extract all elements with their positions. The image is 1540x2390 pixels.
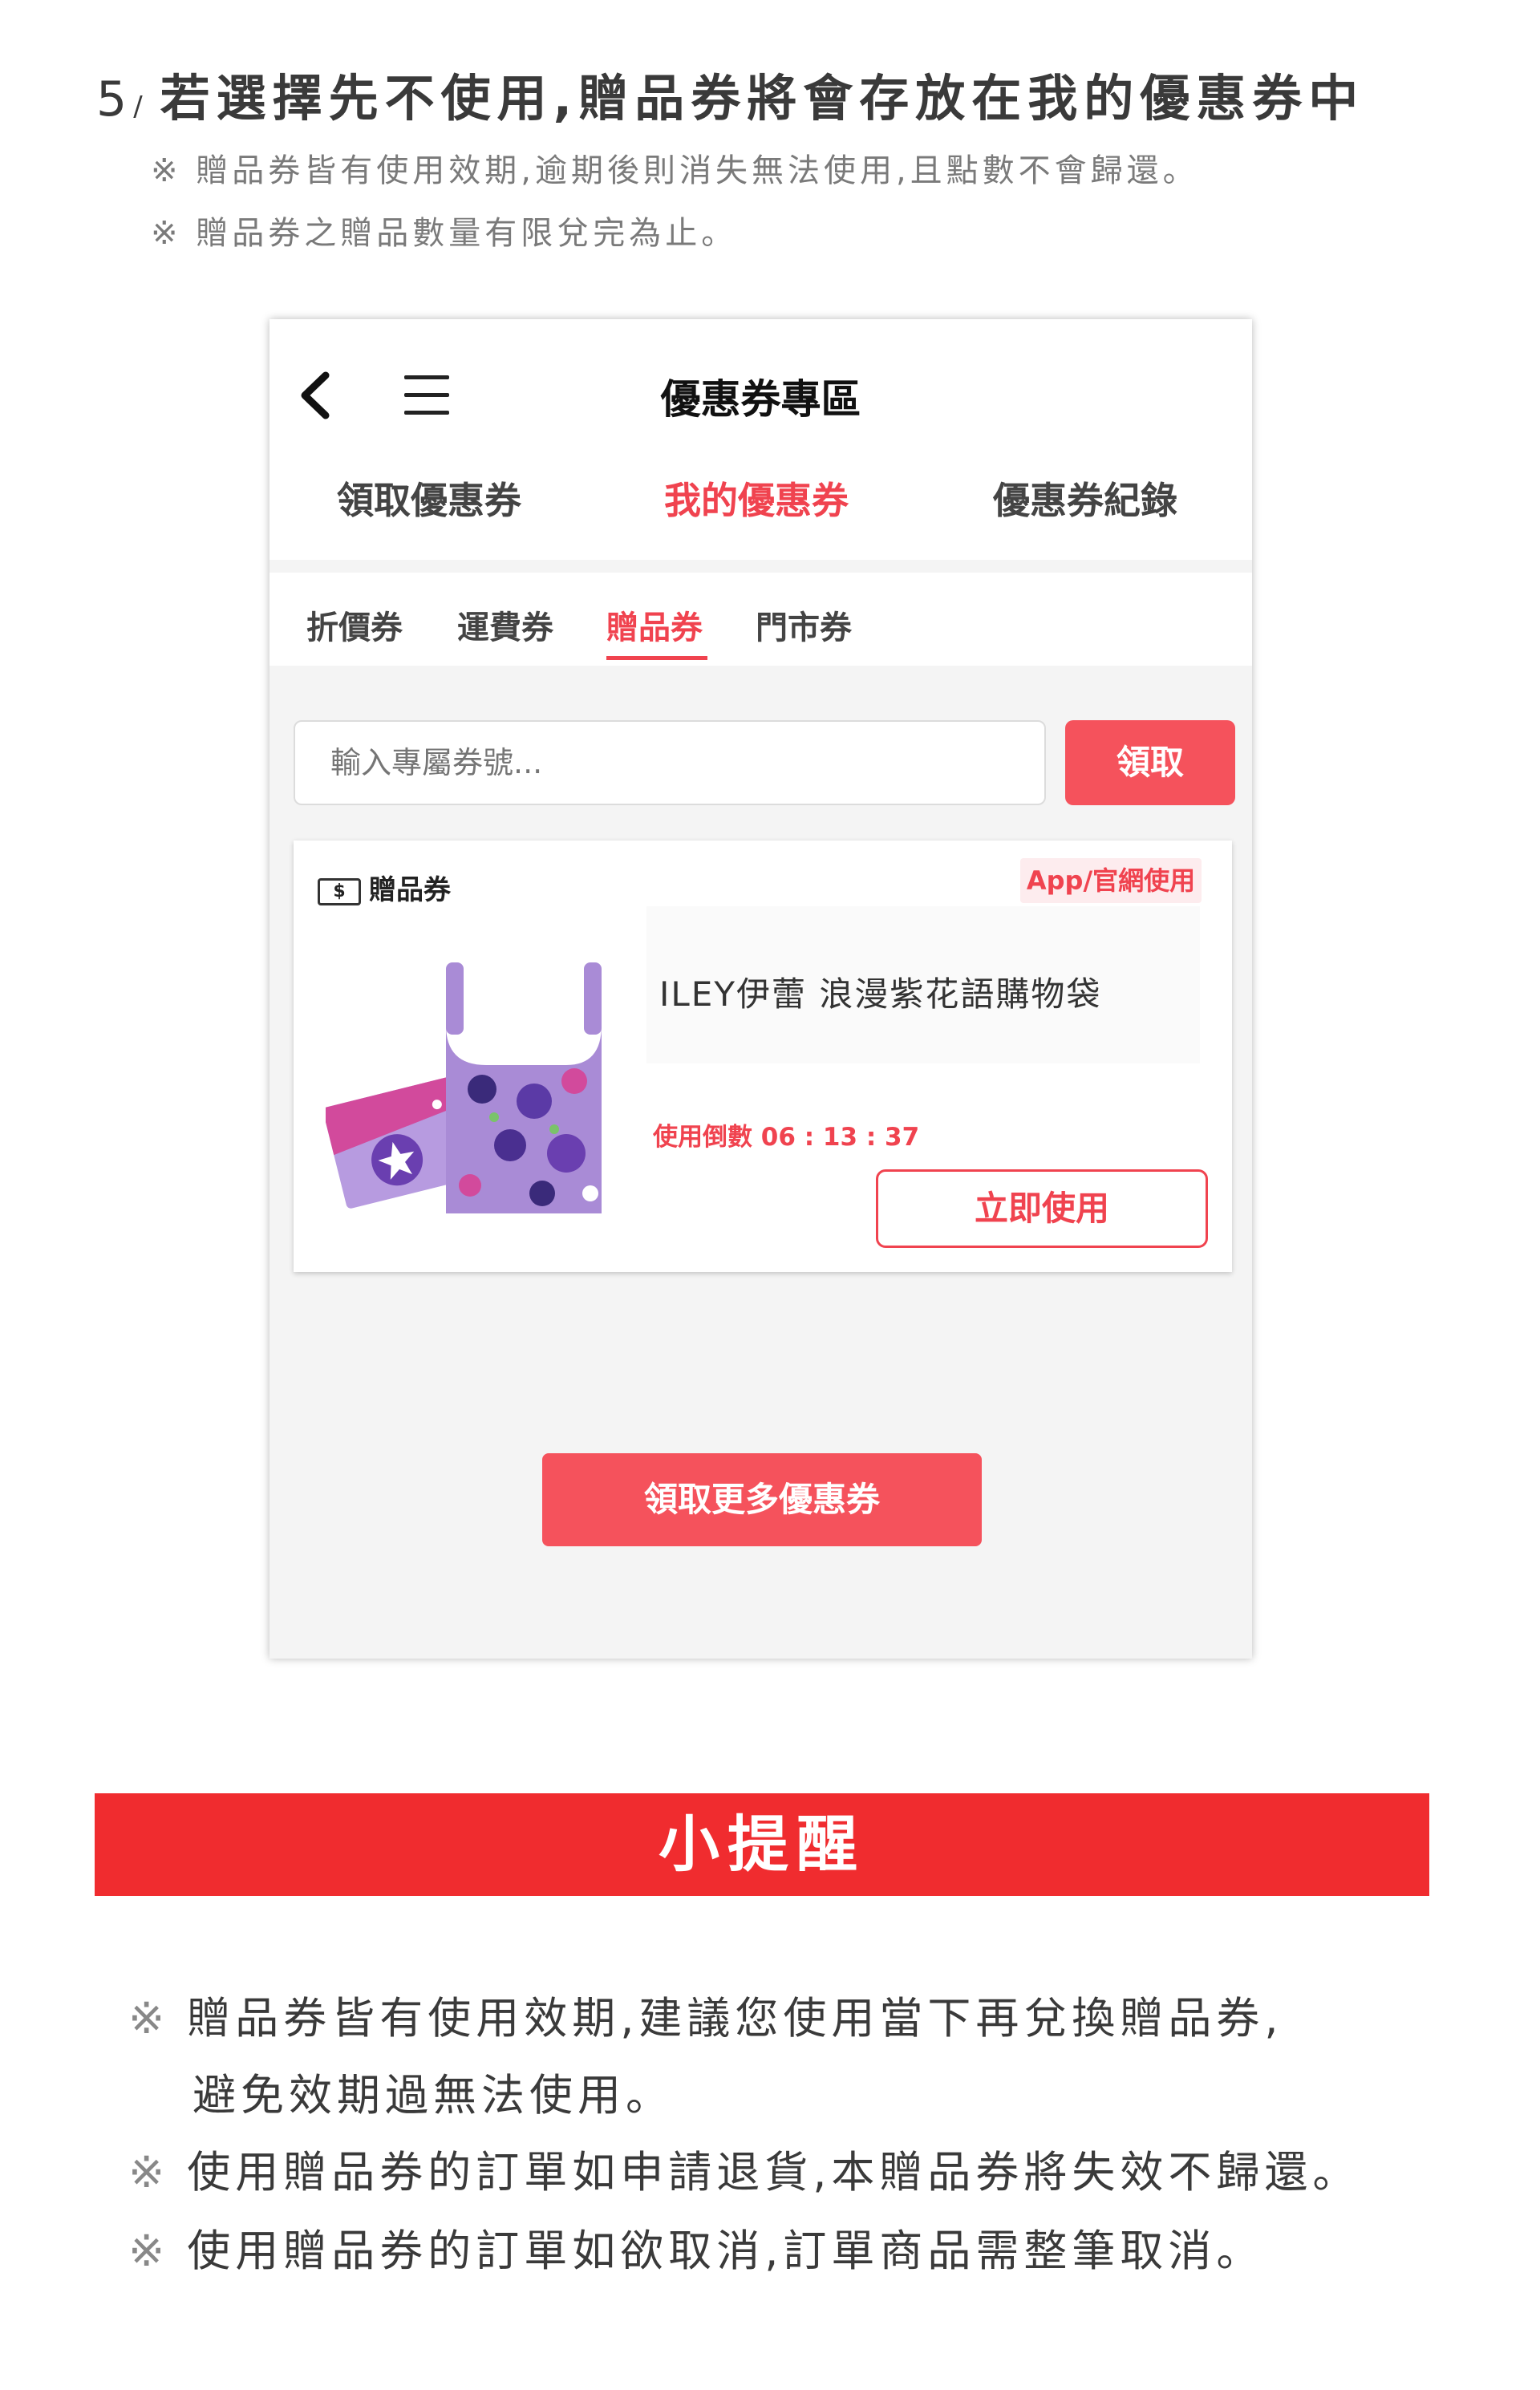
reminder-mark: ※	[128, 2226, 170, 2276]
gift-coupon-card: $ 贈品券 App/官網使用 ILEY伊蕾 浪漫紫花語購物袋 使用倒數 06:…	[294, 841, 1232, 1272]
coupon-code-input[interactable]	[294, 720, 1046, 805]
reminder-mark: ※	[128, 1993, 170, 2044]
reminder-item-1: ※ 贈品券皆有使用效期,建議您使用當下再兌換贈品券,	[128, 1983, 1283, 2046]
claim-more-coupons-button[interactable]: 領取更多優惠券	[542, 1453, 982, 1546]
app-header: 優惠券專區 領取優惠券 我的優惠券 優惠券紀錄	[270, 319, 1252, 560]
page-title: 優惠券專區	[660, 376, 861, 423]
step-note-2: ※ 贈品券之贈品數量有限兌完為止。	[151, 215, 738, 252]
reminder-text: 贈品券皆有使用效期,建議您使用當下再兌換贈品券,	[187, 1993, 1283, 2044]
tab-claim-coupons[interactable]: 領取優惠券	[337, 472, 521, 525]
reminder-banner: 小提醒	[95, 1793, 1429, 1896]
coupon-type-text: 贈品券	[369, 874, 451, 906]
subtab-shipping[interactable]: 運費券	[457, 602, 553, 648]
reminder-mark: ※	[128, 2147, 170, 2198]
tab-coupon-history[interactable]: 優惠券紀錄	[993, 472, 1177, 525]
reminder-text: 避免效期過無法使用。	[192, 2070, 674, 2121]
coupon-type-tabs: 折價券 運費券 贈品券 門市券	[270, 573, 1252, 666]
reminder-item-3: ※ 使用贈品券的訂單如欲取消,訂單商品需整筆取消。	[128, 2215, 1264, 2279]
reminder-item-2: ※ 使用贈品券的訂單如申請退貨,本贈品券將失效不歸還。	[128, 2137, 1360, 2200]
coupon-type-label: $ 贈品券	[318, 868, 451, 907]
step-number: 5	[96, 71, 134, 128]
step-slash: /	[133, 91, 149, 123]
phone-screenshot: 優惠券專區 領取優惠券 我的優惠券 優惠券紀錄 折價券 運費券 贈品券 門市券 …	[270, 319, 1252, 1659]
use-now-button[interactable]: 立即使用	[876, 1169, 1208, 1248]
countdown-timer: 使用倒數 06 : 13 : 37	[653, 1123, 920, 1152]
subtab-gift[interactable]: 贈品券	[606, 602, 703, 648]
subtab-store[interactable]: 門市券	[756, 602, 852, 648]
tab-my-coupons[interactable]: 我的優惠券	[664, 472, 849, 525]
hamburger-menu-icon[interactable]	[404, 375, 449, 415]
usage-badge: App/官網使用	[1020, 858, 1202, 903]
reminder-text: 使用贈品券的訂單如申請退貨,本贈品券將失效不歸還。	[187, 2147, 1361, 2198]
step-note-1: ※ 贈品券皆有使用效期,逾期後則消失無法使用,且點數不會歸還。	[151, 152, 1199, 189]
product-name: ILEY伊蕾 浪漫紫花語購物袋	[659, 974, 1102, 1014]
reminder-text: 使用贈品券的訂單如欲取消,訂單商品需整筆取消。	[187, 2226, 1265, 2276]
step-heading: 5/ 若選擇先不使用,贈品券將會存放在我的優惠券中	[96, 58, 1364, 130]
active-subtab-indicator	[606, 656, 707, 660]
chevron-left-icon[interactable]	[294, 367, 342, 423]
subtab-discount[interactable]: 折價券	[306, 602, 403, 648]
ticket-icon: $	[318, 877, 361, 905]
claim-button[interactable]: 領取	[1065, 720, 1235, 805]
step-title-text: 若選擇先不使用,贈品券將會存放在我的優惠券中	[160, 69, 1365, 128]
product-image	[326, 962, 602, 1213]
reminder-item-1-cont: 避免效期過無法使用。	[192, 2060, 674, 2123]
